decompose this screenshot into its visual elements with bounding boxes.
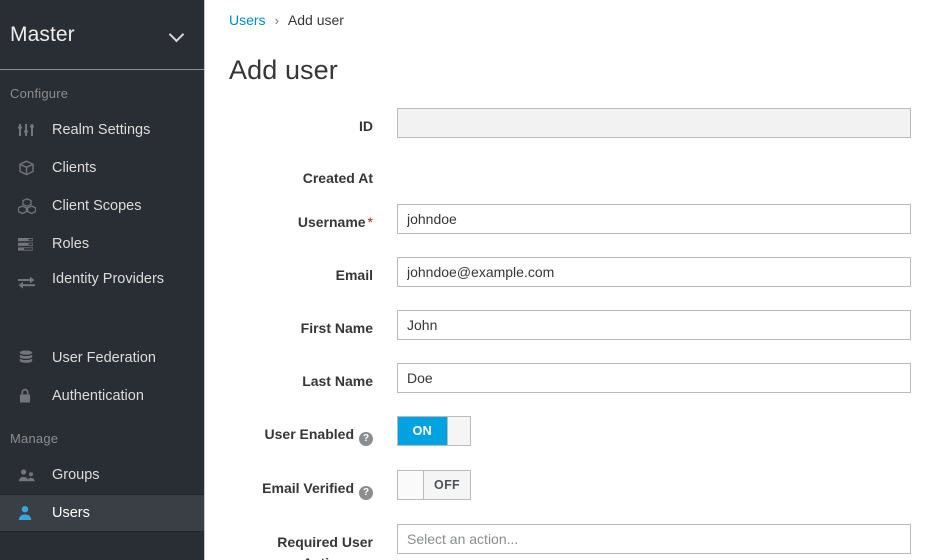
required-user-actions-select[interactable]: [397, 524, 911, 555]
sidebar-item-realm-settings[interactable]: Realm Settings: [0, 111, 204, 149]
label-username: Username *: [229, 204, 397, 232]
sidebar-item-roles[interactable]: Roles: [0, 225, 204, 263]
label-id: ID: [359, 118, 373, 134]
sidebar-item-label: Authentication: [52, 387, 144, 404]
form-row-user-enabled: User Enabled? ON: [229, 416, 935, 451]
help-circle-icon[interactable]: ?: [359, 486, 373, 501]
sidebar-item-authentication[interactable]: Authentication: [0, 377, 204, 415]
id-input: [397, 108, 911, 138]
sidebar-section-title-configure: Configure: [10, 86, 69, 101]
realm-selector[interactable]: Master: [0, 0, 204, 70]
sidebar-item-label: Client Scopes: [52, 197, 142, 214]
toggle-knob: [446, 417, 470, 446]
main-content: Users › Add user Add user ID Created At …: [205, 0, 935, 560]
email-verified-toggle[interactable]: OFF: [397, 470, 471, 501]
sidebar-item-label: Clients: [52, 159, 97, 176]
sidebar-item-groups[interactable]: Groups: [0, 456, 204, 494]
user-icon: [18, 503, 44, 523]
sidebar-item-user-federation[interactable]: User Federation: [0, 339, 204, 377]
label-user-enabled: User Enabled?: [229, 416, 397, 447]
sidebar-item-label: Users: [52, 504, 90, 521]
last-name-input[interactable]: [397, 363, 911, 394]
lock-icon: [18, 386, 44, 406]
add-user-form: ID Created At Username* Email First Name: [229, 108, 935, 560]
sidebar-item-identity-providers[interactable]: Identity Providers: [0, 263, 204, 339]
help-circle-icon[interactable]: ?: [359, 432, 373, 447]
sidebar-section-manage: Manage Groups Users: [0, 415, 204, 532]
exchange-arrows-icon: [18, 272, 44, 292]
form-row-last-name: Last Name: [229, 363, 935, 398]
required-asterisk: *: [367, 214, 373, 231]
cube-icon: [18, 158, 44, 178]
label-last-name: Last Name: [302, 373, 373, 390]
sidebar-item-client-scopes[interactable]: Client Scopes: [0, 187, 204, 225]
first-name-input[interactable]: [397, 310, 911, 341]
breadcrumb-separator-icon: ›: [274, 12, 279, 28]
label-required-user-actions-line1: Required User: [277, 534, 373, 551]
realm-name: Master: [10, 22, 75, 46]
toggle-knob: [398, 471, 424, 500]
cubes-icon: [18, 196, 44, 216]
email-verified-toggle-state: OFF: [424, 471, 470, 500]
form-row-email: Email: [229, 257, 935, 292]
form-row-first-name: First Name: [229, 310, 935, 345]
label-email: Email: [335, 267, 373, 284]
label-first-name: First Name: [300, 320, 373, 337]
list-bars-icon: [18, 234, 44, 254]
label-email-verified-text: Email Verified: [262, 480, 354, 497]
breadcrumb: Users › Add user: [229, 0, 935, 28]
label-required-user-actions: Required UserActions?: [229, 524, 397, 560]
email-input[interactable]: [397, 257, 911, 288]
sidebar-item-label: Identity Providers: [52, 271, 165, 287]
breadcrumb-link-users[interactable]: Users: [229, 12, 266, 28]
sliders-icon: [18, 120, 44, 140]
sidebar: Master Configure Realm Settings Clients …: [0, 0, 205, 560]
sidebar-item-label: Realm Settings: [52, 121, 151, 138]
sidebar-section-configure: Configure Realm Settings Clients Client …: [0, 70, 204, 415]
users-group-icon: [18, 465, 44, 485]
sidebar-item-label: Groups: [52, 466, 100, 483]
form-row-email-verified: Email Verified? OFF: [229, 470, 935, 505]
label-user-enabled-text: User Enabled: [264, 426, 354, 443]
form-row-required-user-actions: Required UserActions?: [229, 524, 935, 560]
sidebar-item-label: User Federation: [52, 349, 156, 366]
label-username-text: Username: [297, 214, 366, 231]
user-enabled-toggle-state: ON: [398, 417, 447, 446]
breadcrumb-current: Add user: [287, 12, 344, 28]
sidebar-item-users[interactable]: Users: [0, 494, 204, 532]
username-input[interactable]: [397, 204, 911, 235]
keycloak-admin-console: Master Configure Realm Settings Clients …: [0, 0, 935, 560]
label-created-at: Created At: [302, 170, 373, 186]
sidebar-item-clients[interactable]: Clients: [0, 149, 204, 187]
page-title: Add user: [229, 55, 338, 85]
sidebar-section-title-manage: Manage: [10, 431, 59, 446]
sidebar-item-label: Roles: [52, 235, 90, 252]
form-row-id: ID: [229, 108, 935, 143]
label-required-user-actions-line2: Actions: [303, 555, 354, 560]
form-row-created-at: Created At: [229, 161, 935, 188]
label-email-verified: Email Verified?: [229, 470, 397, 501]
database-icon: [18, 348, 44, 368]
user-enabled-toggle[interactable]: ON: [397, 416, 471, 447]
form-row-username: Username *: [229, 204, 935, 239]
chevron-down-icon: [170, 28, 184, 42]
